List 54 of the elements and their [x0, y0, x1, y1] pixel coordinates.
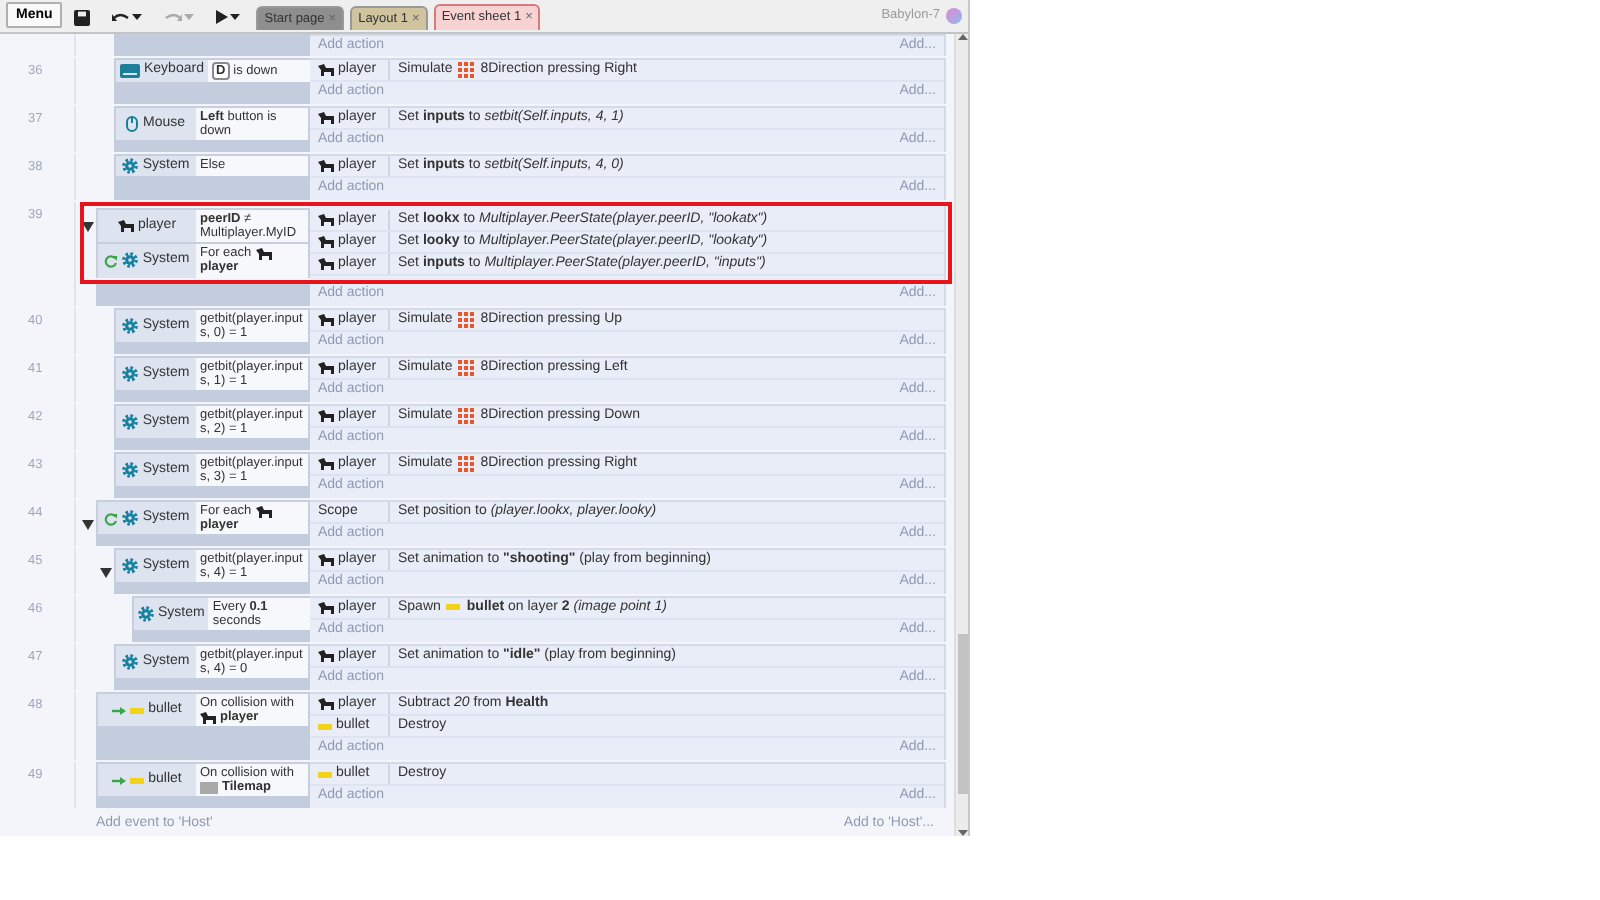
creature-icon	[318, 160, 334, 172]
creature-icon	[255, 505, 272, 518]
grid-icon	[458, 455, 475, 472]
gear-icon	[122, 558, 139, 575]
play-icon	[216, 10, 229, 24]
creature-icon	[117, 220, 134, 233]
caret-icon	[230, 14, 241, 20]
creature-icon	[318, 650, 334, 662]
redo-icon	[164, 11, 183, 23]
creature-icon	[318, 602, 334, 614]
expand-arrow-icon[interactable]	[82, 519, 94, 530]
gear-icon	[122, 158, 139, 174]
gear-icon	[122, 252, 139, 269]
creature-icon	[318, 112, 334, 124]
gear-icon	[122, 366, 139, 383]
grid-icon	[458, 61, 475, 78]
bar-icon	[318, 723, 332, 729]
gear-icon	[138, 606, 154, 623]
gear-icon	[122, 318, 139, 335]
grid-icon	[458, 359, 475, 376]
grid-icon	[458, 407, 475, 424]
creature-icon	[318, 236, 334, 248]
bar-icon	[130, 707, 145, 714]
creature-icon	[318, 410, 334, 422]
undo-icon	[112, 11, 131, 23]
creature-icon	[255, 247, 272, 260]
creature-icon	[318, 698, 334, 710]
bar-icon	[130, 777, 145, 784]
creature-icon	[318, 64, 334, 76]
caret-icon	[132, 14, 143, 20]
creature-icon	[318, 362, 334, 374]
scroll-down-icon	[957, 830, 967, 836]
save-icon	[74, 9, 91, 25]
expand-arrow-icon[interactable]	[82, 221, 94, 232]
grid-icon	[458, 311, 475, 328]
creature-icon	[318, 458, 334, 470]
creature-icon	[318, 314, 334, 326]
creature-icon	[200, 711, 216, 724]
creature-icon	[318, 554, 334, 566]
creature-icon	[318, 258, 334, 270]
keyboard-icon	[120, 64, 140, 79]
creature-icon	[318, 214, 334, 226]
gear-icon	[122, 414, 139, 431]
gear-icon	[122, 510, 139, 527]
expand-arrow-icon[interactable]	[100, 567, 112, 578]
gear-icon	[122, 654, 139, 671]
scrollbar-thumb[interactable]	[957, 634, 967, 794]
bar-icon	[318, 771, 332, 777]
bar-icon	[446, 604, 461, 611]
caret-icon	[184, 14, 195, 20]
mouse-icon	[126, 116, 139, 133]
tile-icon	[200, 781, 218, 794]
scrollbar[interactable]	[954, 34, 968, 836]
gear-icon	[122, 462, 139, 479]
